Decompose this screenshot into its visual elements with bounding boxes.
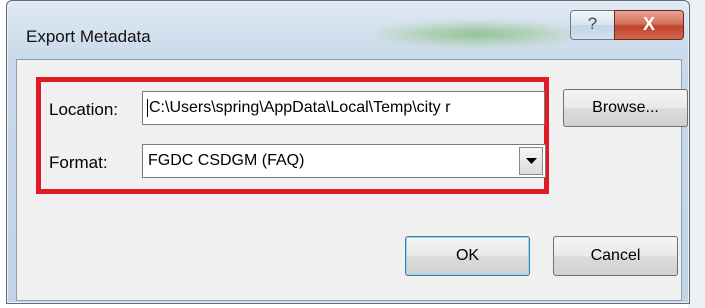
format-selected-value: FGDC CSDGM (FAQ) <box>148 152 305 169</box>
dialog-body: Location: C:\Users\spring\AppData\Local\… <box>16 59 688 301</box>
browse-button[interactable]: Browse... <box>563 89 688 127</box>
location-label: Location: <box>49 100 118 119</box>
dropdown-arrow-icon <box>526 158 537 164</box>
title-bar[interactable]: Export Metadata ? X <box>7 1 689 59</box>
cancel-button[interactable]: Cancel <box>553 236 678 276</box>
close-button[interactable]: X <box>614 10 684 40</box>
help-button[interactable]: ? <box>570 10 615 40</box>
background-strip <box>688 0 705 308</box>
export-metadata-dialog: Export Metadata ? X Location: C:\Users\s… <box>6 0 690 304</box>
format-label: Format: <box>49 153 108 172</box>
blurred-background-text <box>377 21 577 47</box>
dialog-title: Export Metadata <box>26 27 151 46</box>
location-input-value: C:\Users\spring\AppData\Local\Temp\city … <box>149 99 451 116</box>
dropdown-button[interactable] <box>519 147 543 175</box>
help-icon: ? <box>587 14 598 33</box>
text-cursor <box>147 98 148 117</box>
close-icon: X <box>642 14 655 34</box>
format-select[interactable]: FGDC CSDGM (FAQ) <box>142 144 546 178</box>
ok-button[interactable]: OK <box>405 236 530 276</box>
location-input[interactable]: C:\Users\spring\AppData\Local\Temp\city … <box>142 91 545 125</box>
